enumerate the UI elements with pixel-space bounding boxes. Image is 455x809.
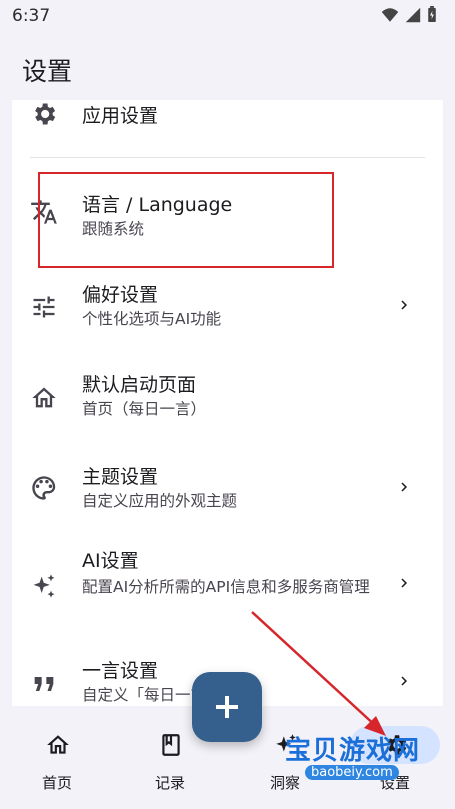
settings-item-title: 应用设置 bbox=[82, 105, 159, 127]
gear-icon bbox=[35, 103, 56, 125]
battery-icon bbox=[428, 6, 436, 23]
settings-item-theme[interactable]: 主题设置 自定义应用的外观主题 bbox=[12, 450, 443, 530]
app-bar: 设置 bbox=[0, 32, 455, 100]
watermark-url: baobeiy.com bbox=[305, 765, 399, 780]
palette-icon bbox=[32, 476, 56, 500]
settings-item-title: 默认启动页面 bbox=[82, 374, 197, 396]
sparkle-icon bbox=[33, 574, 55, 598]
tune-icon bbox=[33, 296, 55, 318]
chevron-right-icon bbox=[401, 300, 407, 310]
watermark-text: 宝贝游戏网 bbox=[285, 736, 421, 766]
watermark-logo: 宝贝游戏网 baobeiy.com bbox=[275, 710, 435, 800]
settings-item-subtitle: 首页（每日一言） bbox=[82, 400, 207, 418]
chevron-right-icon bbox=[401, 482, 407, 492]
settings-item-title: 偏好设置 bbox=[82, 284, 159, 306]
settings-item-title: 一言设置 bbox=[82, 660, 159, 682]
nav-label: 记录 bbox=[154, 774, 185, 792]
bookmark-book-icon bbox=[162, 734, 180, 756]
settings-item-subtitle: 个性化选项与AI功能 bbox=[82, 310, 222, 328]
status-time: 6:37 bbox=[12, 6, 51, 26]
nav-item-home[interactable]: 首页 bbox=[15, 706, 99, 809]
nav-label: 首页 bbox=[41, 774, 72, 792]
home-icon bbox=[47, 735, 69, 754]
status-bar: 6:37 bbox=[0, 0, 455, 32]
highlight-box bbox=[38, 172, 334, 268]
settings-item-preferences[interactable]: 偏好设置 个性化选项与AI功能 bbox=[12, 268, 443, 348]
chevron-right-icon bbox=[401, 578, 407, 588]
page-title: 设置 bbox=[22, 57, 73, 86]
status-icons bbox=[381, 6, 437, 23]
quote-icon bbox=[34, 677, 54, 691]
settings-item-subtitle: 配置AI分析所需的API信息和多服务商管理 bbox=[82, 578, 370, 596]
settings-item-default-page[interactable]: 默认启动页面 首页（每日一言） bbox=[12, 358, 443, 438]
home-icon bbox=[32, 387, 56, 408]
settings-item-app[interactable]: 应用设置 bbox=[12, 100, 443, 144]
settings-item-title: 主题设置 bbox=[82, 466, 159, 488]
settings-item-subtitle: 自定义应用的外观主题 bbox=[82, 492, 238, 510]
settings-item-title: AI设置 bbox=[82, 550, 139, 572]
divider bbox=[30, 157, 425, 158]
signal-icon bbox=[405, 7, 421, 22]
wifi-icon bbox=[381, 7, 399, 22]
